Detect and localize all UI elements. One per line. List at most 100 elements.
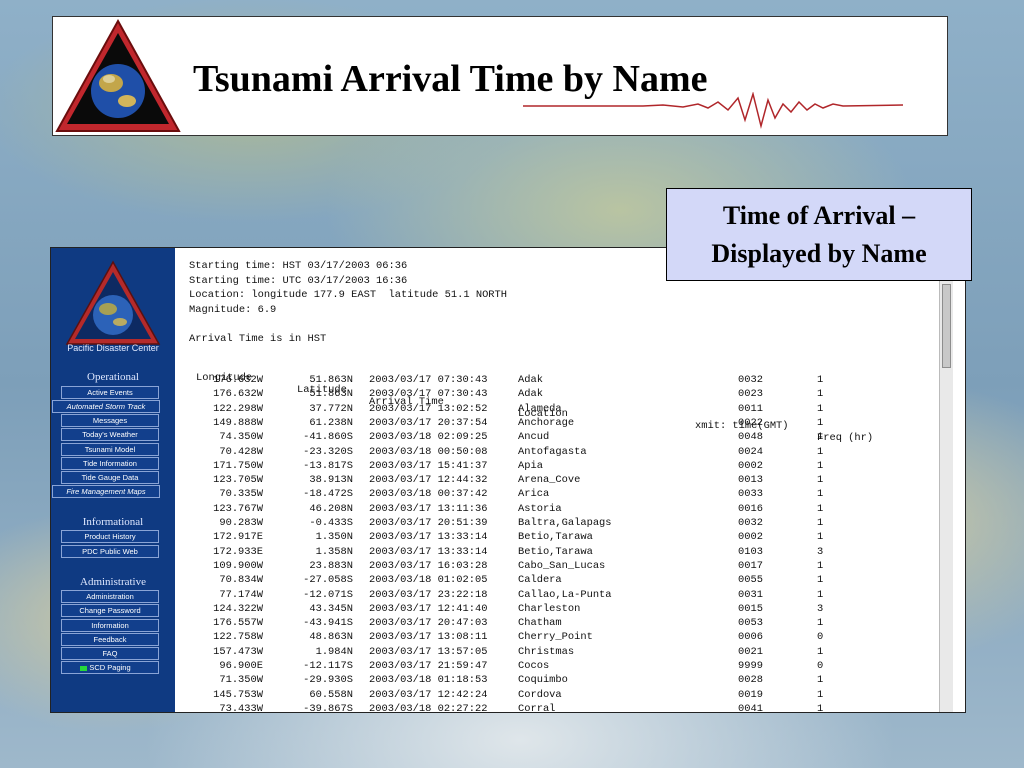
nav-automated-storm-track[interactable]: Automated Storm Track	[52, 400, 160, 413]
cell-latitude: -18.472S	[303, 488, 353, 501]
cell-latitude: 1.350N	[315, 531, 353, 544]
cell-location: Apia	[518, 459, 543, 472]
table-row: 124.322W 43.345N 2003/03/17 12:41:40 Charle…	[175, 603, 953, 617]
cell-arrival-time: 2003/03/17 23:22:18	[369, 588, 488, 601]
nav-pdc-public-web[interactable]: PDC Public Web	[61, 545, 159, 558]
report-content: Starting time: HST 03/17/2003 06:36 Star…	[175, 248, 953, 713]
nav-information[interactable]: Information	[61, 619, 159, 632]
seismograph-line	[523, 92, 903, 129]
cell-location: Astoria	[518, 502, 562, 515]
cell-latitude: -12.117S	[303, 660, 353, 672]
table-row: 70.428W -23.320S 2003/03/18 00:50:08 Antofa…	[175, 446, 953, 460]
cell-xmit-time: 0032	[738, 374, 763, 386]
nav-faq[interactable]: FAQ	[61, 647, 159, 660]
cell-location: Adak	[518, 388, 543, 401]
cell-xmit-time: 0002	[738, 531, 763, 544]
cell-xmit-time: 0053	[738, 617, 763, 630]
cell-longitude: 122.298W	[213, 402, 263, 415]
nav-tide-information[interactable]: Tide Information	[61, 457, 159, 470]
pdc-logo-icon	[65, 260, 161, 345]
cell-latitude: 1.984N	[315, 645, 353, 658]
table-row: 176.557W -43.941S 2003/03/17 20:47:03 Chath…	[175, 617, 953, 631]
cell-xmit-time: 0016	[738, 502, 763, 515]
cell-latitude: -23.320S	[303, 445, 353, 458]
cell-arrival-time: 2003/03/17 12:42:24	[369, 688, 488, 701]
cell-arrival-time: 2003/03/17 13:33:14	[369, 531, 488, 544]
vertical-scrollbar[interactable]	[939, 280, 953, 712]
cell-location: Coquimbo	[518, 674, 568, 687]
table-row: 172.933E 1.358N 2003/03/17 13:33:14 Betio,T…	[175, 546, 953, 560]
cell-location: Cocos	[518, 660, 550, 672]
cell-latitude: -43.941S	[303, 617, 353, 630]
cell-arrival-time: 2003/03/18 00:37:42	[369, 488, 488, 501]
table-row: 145.753W 60.558N 2003/03/17 12:42:24 Cordov…	[175, 689, 953, 703]
app-screenshot: Pacific Disaster Center Operational Acti…	[50, 247, 966, 713]
cell-longitude: 176.632W	[213, 374, 263, 386]
cell-latitude: 38.913N	[309, 474, 353, 487]
cell-xmit-time: 0024	[738, 445, 763, 458]
cell-location: Betio,Tarawa	[518, 545, 593, 558]
nav-messages[interactable]: Messages	[61, 414, 159, 427]
nav-product-history[interactable]: Product History	[61, 530, 159, 543]
nav-active-events[interactable]: Active Events	[61, 386, 159, 399]
cell-freq: 3	[817, 545, 824, 558]
cell-longitude: 77.174W	[219, 588, 263, 601]
nav-feedback[interactable]: Feedback	[61, 633, 159, 646]
cell-latitude: 37.772N	[309, 402, 353, 415]
cell-arrival-time: 2003/03/17 15:41:37	[369, 459, 488, 472]
section-operational: Operational	[87, 371, 139, 383]
nav-fire-management-maps[interactable]: Fire Management Maps	[52, 485, 160, 498]
nav-tide-gauge-data[interactable]: Tide Gauge Data	[61, 471, 159, 484]
cell-latitude: 60.558N	[309, 688, 353, 701]
table-row: 109.900W 23.883N 2003/03/17 16:03:28 Cabo_S…	[175, 560, 953, 574]
cell-longitude: 122.758W	[213, 631, 263, 644]
cell-arrival-time: 2003/03/18 00:50:08	[369, 445, 488, 458]
cell-longitude: 149.888W	[213, 416, 263, 429]
cell-freq: 1	[817, 688, 824, 701]
table-row: 70.335W -18.472S 2003/03/18 00:37:42 Arica 0…	[175, 488, 953, 502]
cell-arrival-time: 2003/03/17 21:59:47	[369, 660, 488, 672]
cell-longitude: 96.900E	[219, 660, 263, 672]
table-row: 176.632W 51.863N 2003/03/17 07:30:43 Adak 00…	[175, 374, 953, 388]
cell-latitude: 61.238N	[309, 416, 353, 429]
pdc-globe-logo	[55, 18, 181, 132]
table-row: 74.350W -41.860S 2003/03/18 02:09:25 Ancud 0…	[175, 431, 953, 445]
nav-scd-paging-label: SCD Paging	[89, 663, 131, 672]
cell-location: Chatham	[518, 617, 562, 630]
cell-xmit-time: 0032	[738, 517, 763, 529]
nav-change-password[interactable]: Change Password	[61, 604, 159, 617]
cell-freq: 1	[817, 645, 824, 658]
nav-todays-weather[interactable]: Today's Weather	[61, 428, 159, 441]
cell-xmit-time: 0015	[738, 602, 763, 615]
cell-freq: 1	[817, 588, 824, 601]
cell-freq: 1	[817, 488, 824, 501]
cell-freq: 0	[817, 631, 824, 644]
table-row: 96.900E -12.117S 2003/03/17 21:59:47 Cocos 9…	[175, 660, 953, 674]
cell-latitude: 51.863N	[309, 374, 353, 386]
cell-longitude: 70.428W	[219, 445, 263, 458]
cell-xmit-time: 0021	[738, 645, 763, 658]
cell-freq: 1	[817, 416, 824, 429]
cell-latitude: -27.058S	[303, 574, 353, 587]
cell-latitude: 43.345N	[309, 602, 353, 615]
cell-arrival-time: 2003/03/17 13:11:36	[369, 502, 488, 515]
cell-latitude: 51.863N	[309, 388, 353, 401]
cell-longitude: 70.834W	[219, 574, 263, 587]
section-administrative: Administrative	[80, 576, 146, 588]
nav-tsunami-model[interactable]: Tsunami Model	[61, 443, 159, 456]
cell-location: Antofagasta	[518, 445, 587, 458]
table-row: 149.888W 61.238N 2003/03/17 20:37:54 Anchor…	[175, 417, 953, 431]
cell-arrival-time: 2003/03/18 02:27:22	[369, 702, 488, 713]
cell-latitude: 1.358N	[315, 545, 353, 558]
cell-latitude: -13.817S	[303, 459, 353, 472]
cell-arrival-time: 2003/03/17 12:44:32	[369, 474, 488, 487]
scrollbar-thumb[interactable]	[942, 284, 951, 368]
cell-latitude: 48.863N	[309, 631, 353, 644]
nav-scd-paging[interactable]: SCD Paging	[61, 661, 159, 674]
cell-location: Cordova	[518, 688, 562, 701]
cell-freq: 1	[817, 574, 824, 587]
cell-longitude: 109.900W	[213, 559, 263, 572]
cell-xmit-time: 0017	[738, 559, 763, 572]
cell-xmit-time: 0013	[738, 474, 763, 487]
nav-administration[interactable]: Administration	[61, 590, 159, 603]
